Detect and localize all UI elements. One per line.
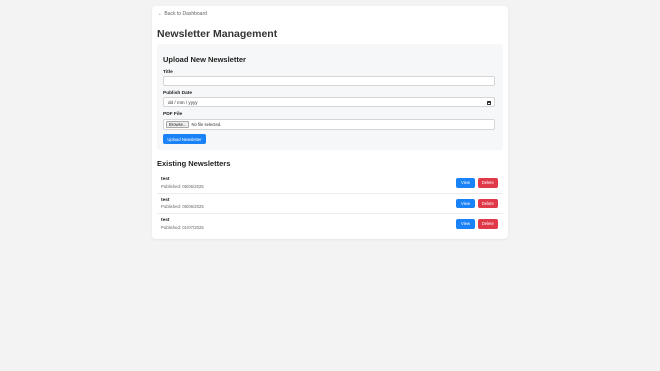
existing-heading: Existing Newsletters <box>157 159 231 168</box>
title-label: Title <box>163 70 173 75</box>
back-to-dashboard-link[interactable]: ← Back to Dashboard <box>158 11 207 17</box>
list-item: test Published: 01/07/2025 View Delete <box>157 214 503 235</box>
publish-date: Published: 05/06/2025 <box>161 183 204 189</box>
title-input[interactable] <box>163 76 495 86</box>
pdf-file-input[interactable]: Browse... No file selected. <box>163 119 495 130</box>
newsletter-title: test <box>161 218 170 223</box>
pdf-file-label: PDF File <box>163 112 183 117</box>
upload-panel: Upload New Newsletter Title Publish Date… <box>157 44 503 150</box>
page-title: Newsletter Management <box>157 28 278 40</box>
newsletter-list: test Published: 05/06/2025 View Delete t… <box>157 173 503 235</box>
view-button[interactable]: View <box>456 178 475 188</box>
delete-button[interactable]: Delete <box>478 178 498 188</box>
upload-newsletter-button[interactable]: Upload Newsletter <box>163 134 206 144</box>
newsletter-title: test <box>161 197 170 203</box>
publish-date: Published: 01/07/2025 <box>161 224 204 230</box>
date-placeholder: dd / mm / yyyy <box>168 99 198 105</box>
file-status: No file selected. <box>191 122 222 127</box>
upload-heading: Upload New Newsletter <box>163 55 246 64</box>
view-button[interactable]: View <box>456 198 475 208</box>
publish-date-input[interactable]: dd / mm / yyyy <box>163 97 495 107</box>
delete-button[interactable]: Delete <box>478 198 498 208</box>
list-item: test Published: 05/06/2025 View Delete <box>157 173 503 194</box>
newsletter-card: ← Back to Dashboard Newsletter Managemen… <box>152 6 508 239</box>
publish-date: Published: 05/06/2025 <box>161 204 204 209</box>
list-item: test Published: 05/06/2025 View Delete <box>157 194 503 214</box>
calendar-icon[interactable] <box>486 100 491 105</box>
browse-button[interactable]: Browse... <box>166 121 190 128</box>
view-button[interactable]: View <box>456 219 475 229</box>
newsletter-title: test <box>161 177 170 182</box>
publish-date-label: Publish Date <box>163 91 193 96</box>
delete-button[interactable]: Delete <box>478 219 498 229</box>
